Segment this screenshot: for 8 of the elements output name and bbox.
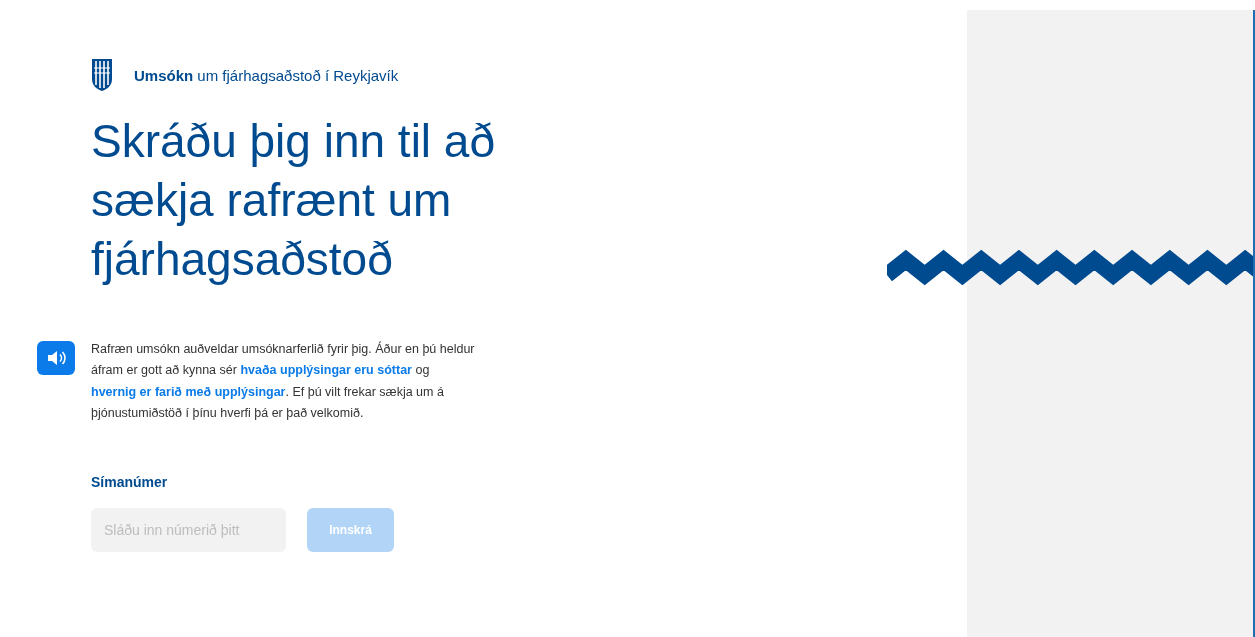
intro-paragraph: Rafræn umsókn auðveldar umsóknarferlið fyrir þig. Áður en þú heldur áfram er gott að kynna sér hvaða upplýsingar eru sóttar og hvernig er farið með upplýsingar. Ef þú vilt frekar sækja um á þjónustumiðstöð í þínu hverfi þá er það velkomið. xyxy=(91,340,476,422)
page-heading: Skráðu þig inn til að sækja rafrænt um fjárhagsaðstoð xyxy=(91,114,497,287)
info-link[interactable]: hvaða upplýsingar eru sóttar xyxy=(240,363,412,378)
field-label: Símanúmer xyxy=(91,474,169,491)
crest-logo-icon xyxy=(91,58,113,92)
site-title: Umsókn um fjárhagsaðstoð í Reykjavík xyxy=(134,66,399,84)
speaker-icon[interactable] xyxy=(37,341,75,375)
info-link[interactable]: hvernig er farið með upplýsingar xyxy=(91,384,286,399)
